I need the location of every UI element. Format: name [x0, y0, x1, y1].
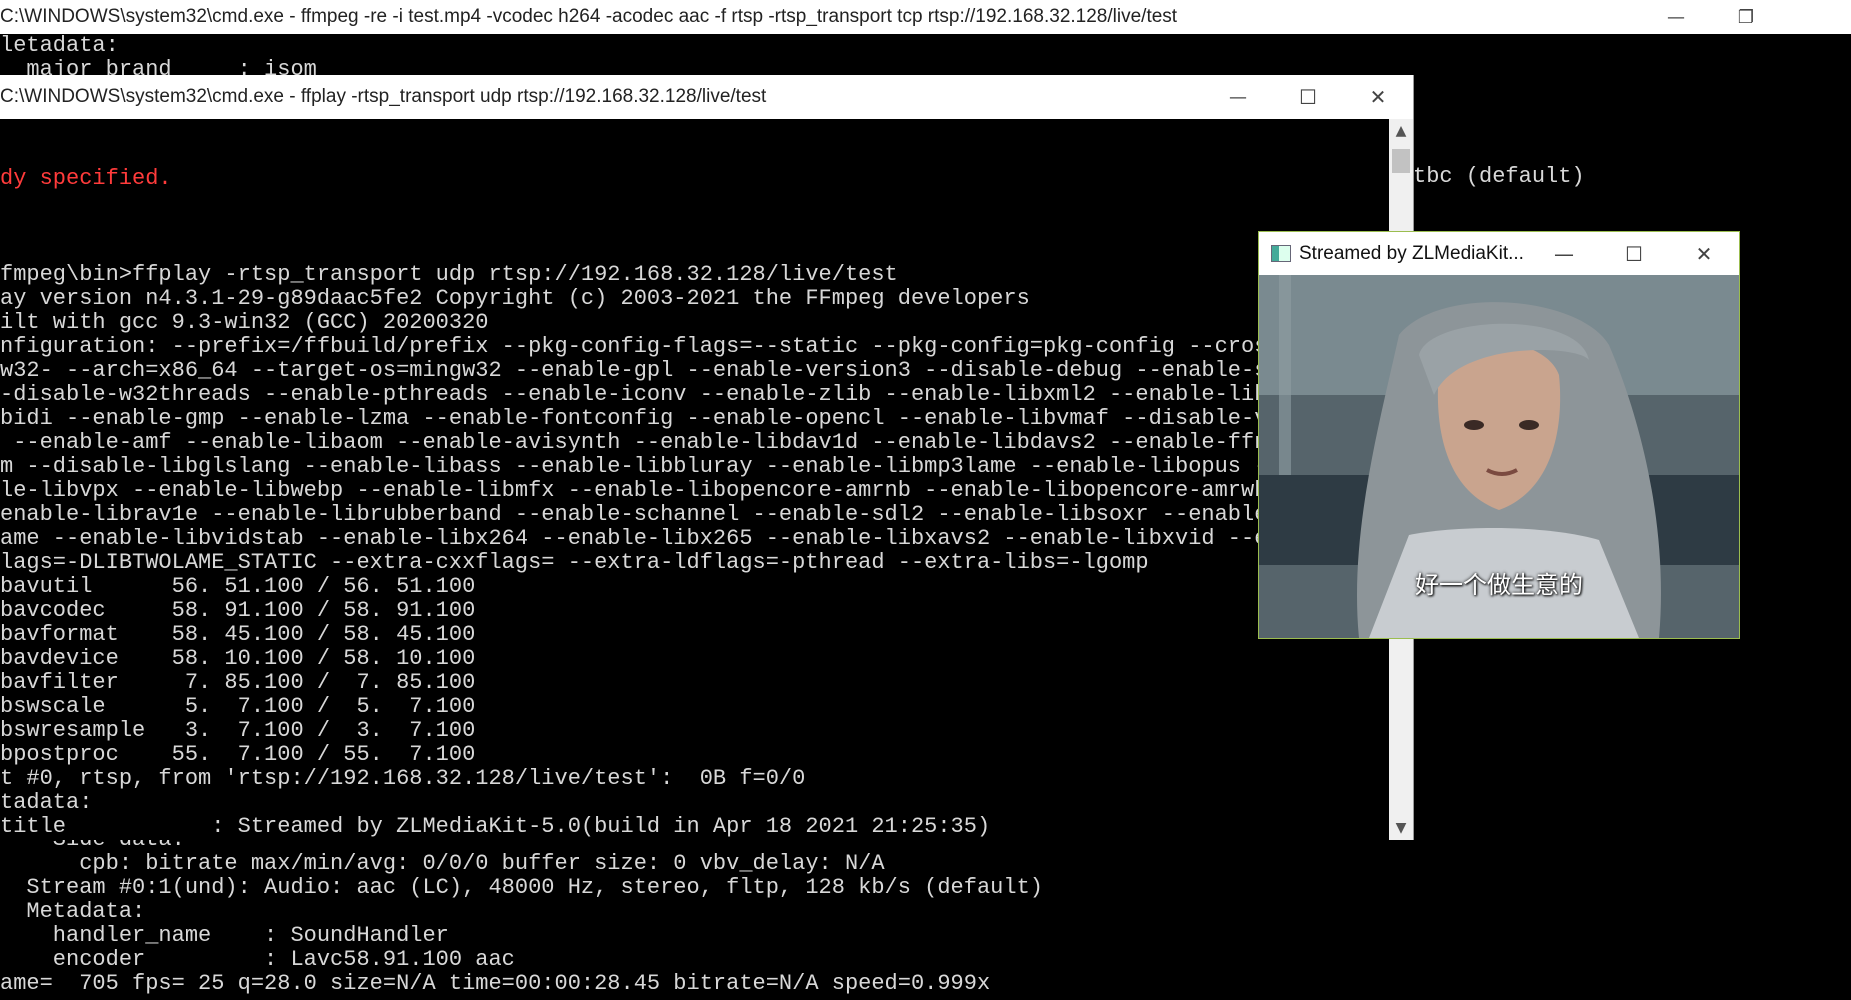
ffmpeg-window-titlebar[interactable]: C:\WINDOWS\system32\cmd.exe - ffmpeg -re…	[0, 0, 1851, 34]
video-player-window[interactable]: Streamed by ZLMediaKit... — ☐ ✕ 好一个做生意的	[1258, 231, 1740, 639]
console-line: tbc (default)	[1413, 165, 1585, 189]
console-line: t #0, rtsp, from 'rtsp://192.168.32.128/…	[0, 766, 806, 791]
console-line: nfiguration: --prefix=/ffbuild/prefix --…	[0, 334, 1387, 359]
console-line: --enable-amf --enable-libaom --enable-av…	[0, 430, 1387, 455]
console-line: ame= 705 fps= 25 q=28.0 size=N/A time=00…	[0, 971, 991, 996]
console-line: ration: N/A, start: 9994.340578, bitrate…	[0, 839, 1389, 841]
ffmpeg-console-output-bottom: Side data: cpb: bitrate max/min/avg: 0/0…	[0, 828, 1851, 996]
console-line: ilt with gcc 9.3-win32 (GCC) 20200320	[0, 310, 489, 335]
console-line: bavdevice 58. 10.100 / 58. 10.100	[0, 646, 476, 671]
ffplay-window-title: C:\WINDOWS\system32\cmd.exe - ffplay -rt…	[0, 86, 767, 107]
video-subtitle: 好一个做生意的	[1415, 571, 1583, 599]
console-line: bavfilter 7. 85.100 / 7. 85.100	[0, 670, 476, 695]
console-line: Metadata:	[0, 899, 146, 924]
console-line: letadata:	[0, 34, 119, 58]
console-line: Stream #0:1(und): Audio: aac (LC), 48000…	[0, 875, 1043, 900]
console-line: title : Streamed by ZLMediaKit-5.0(build…	[0, 814, 991, 839]
minimize-icon[interactable]: —	[1529, 232, 1599, 275]
video-frame[interactable]: 好一个做生意的	[1259, 275, 1739, 638]
app-icon	[1271, 245, 1291, 262]
ffmpeg-window-title: C:\WINDOWS\system32\cmd.exe - ffmpeg -re…	[0, 6, 1178, 27]
console-line: bswscale 5. 7.100 / 5. 7.100	[0, 694, 476, 719]
console-line: enable-librav1e --enable-librubberband -…	[0, 502, 1387, 527]
video-window-titlebar[interactable]: Streamed by ZLMediaKit... — ☐ ✕	[1259, 232, 1739, 275]
restore-icon[interactable]: ❐	[1711, 0, 1781, 34]
console-line: encoder : Lavc58.91.100 aac	[0, 947, 515, 972]
console-line: m --disable-libglslang --enable-libass -…	[0, 454, 1387, 479]
video-window-title: Streamed by ZLMediaKit...	[1299, 243, 1524, 264]
console-line: bavutil 56. 51.100 / 56. 51.100	[0, 574, 476, 599]
console-line: bpostproc 55. 7.100 / 55. 7.100	[0, 742, 476, 767]
console-line: cpb: bitrate max/min/avg: 0/0/0 buffer s…	[0, 851, 885, 876]
maximize-icon[interactable]: ☐	[1273, 75, 1343, 119]
console-line: ay version n4.3.1-29-g89daac5fe2 Copyrig…	[0, 286, 1030, 311]
console-line: fmpeg\bin>ffplay -rtsp_transport udp rts…	[0, 262, 898, 287]
console-line: le-libvpx --enable-libwebp --enable-libm…	[0, 478, 1387, 503]
console-line: bswresample 3. 7.100 / 3. 7.100	[0, 718, 476, 743]
maximize-icon[interactable]: ☐	[1599, 232, 1669, 275]
console-line: bavcodec 58. 91.100 / 58. 91.100	[0, 598, 476, 623]
error-line: dy specified.	[0, 166, 172, 191]
scrollbar-thumb[interactable]	[1392, 149, 1410, 173]
close-icon[interactable]: ✕	[1343, 75, 1413, 119]
console-line: handler_name : SoundHandler	[0, 923, 449, 948]
ffplay-console-window: C:\WINDOWS\system32\cmd.exe - ffplay -rt…	[0, 75, 1414, 840]
console-line: bidi --enable-gmp --enable-lzma --enable…	[0, 406, 1387, 431]
minimize-icon[interactable]: —	[1641, 0, 1711, 34]
close-icon[interactable]: ✕	[1669, 232, 1739, 275]
console-line: bavformat 58. 45.100 / 58. 45.100	[0, 622, 476, 647]
scroll-up-icon[interactable]: ▲	[1389, 119, 1413, 143]
console-line: w32- --arch=x86_64 --target-os=mingw32 -…	[0, 358, 1387, 383]
ffplay-console-output: dy specified. fmpeg\bin>ffplay -rtsp_tra…	[0, 119, 1389, 841]
console-line: ame --enable-libvidstab --enable-libx264…	[0, 526, 1387, 551]
minimize-icon[interactable]: —	[1203, 75, 1273, 119]
ffplay-window-titlebar[interactable]: C:\WINDOWS\system32\cmd.exe - ffplay -rt…	[0, 75, 1413, 119]
console-line: lags=-DLIBTWOLAME_STATIC --extra-cxxflag…	[0, 550, 1149, 575]
scroll-down-icon[interactable]: ▼	[1389, 816, 1413, 840]
console-line: -disable-w32threads --enable-pthreads --…	[0, 382, 1387, 407]
console-line: tadata:	[0, 790, 93, 815]
